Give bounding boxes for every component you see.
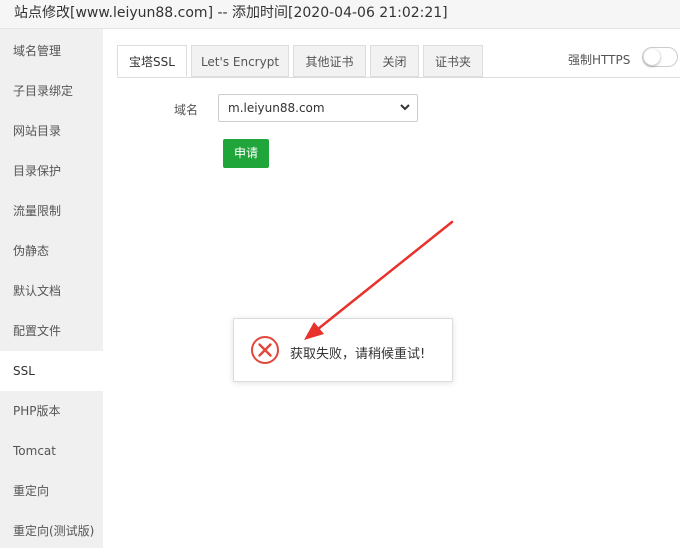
sidebar-item-config-file[interactable]: 配置文件	[0, 311, 103, 351]
chevron-down-icon	[400, 104, 410, 111]
tab-divider	[117, 77, 680, 78]
sidebar-item-tomcat[interactable]: Tomcat	[0, 431, 103, 471]
tab-other-certificate[interactable]: 其他证书	[293, 45, 366, 77]
sidebar-item-site-directory[interactable]: 网站目录	[0, 111, 103, 151]
tab-lets-encrypt[interactable]: Let's Encrypt	[191, 45, 289, 77]
domain-select[interactable]: m.leiyun88.com	[218, 94, 418, 122]
sidebar-item-subdirectory-binding[interactable]: 子目录绑定	[0, 71, 103, 111]
toggle-knob	[644, 49, 660, 65]
window-title-bar: 站点修改[www.leiyun88.com] -- 添加时间[2020-04-0…	[0, 0, 680, 29]
sidebar-item-domain-management[interactable]: 域名管理	[0, 31, 103, 71]
tab-baota-ssl[interactable]: 宝塔SSL	[117, 45, 187, 77]
force-https-toggle[interactable]	[642, 47, 678, 67]
tab-certificate-folder[interactable]: 证书夹	[423, 45, 483, 77]
error-toast: 获取失败，请稍候重试!	[233, 318, 453, 382]
tab-close[interactable]: 关闭	[370, 45, 419, 77]
error-circle-x-icon	[251, 336, 279, 364]
sidebar-item-traffic-limit[interactable]: 流量限制	[0, 191, 103, 231]
domain-select-value: m.leiyun88.com	[228, 101, 325, 115]
sidebar-item-php-version[interactable]: PHP版本	[0, 391, 103, 431]
sidebar: 域名管理 子目录绑定 网站目录 目录保护 流量限制 伪静态 默认文档 配置文件 …	[0, 29, 103, 548]
force-https-label: 强制HTTPS	[568, 53, 631, 67]
toast-message: 获取失败，请稍候重试!	[290, 347, 426, 362]
sidebar-item-ssl[interactable]: SSL	[0, 351, 103, 391]
domain-label: 域名	[174, 103, 199, 117]
sidebar-item-redirect[interactable]: 重定向	[0, 471, 103, 511]
sidebar-item-redirect-beta[interactable]: 重定向(测试版)	[0, 511, 103, 551]
sidebar-item-rewrite[interactable]: 伪静态	[0, 231, 103, 271]
apply-button[interactable]: 申请	[223, 139, 269, 168]
window-title: 站点修改[www.leiyun88.com] -- 添加时间[2020-04-0…	[14, 5, 448, 21]
sidebar-item-directory-protection[interactable]: 目录保护	[0, 151, 103, 191]
sidebar-item-default-document[interactable]: 默认文档	[0, 271, 103, 311]
